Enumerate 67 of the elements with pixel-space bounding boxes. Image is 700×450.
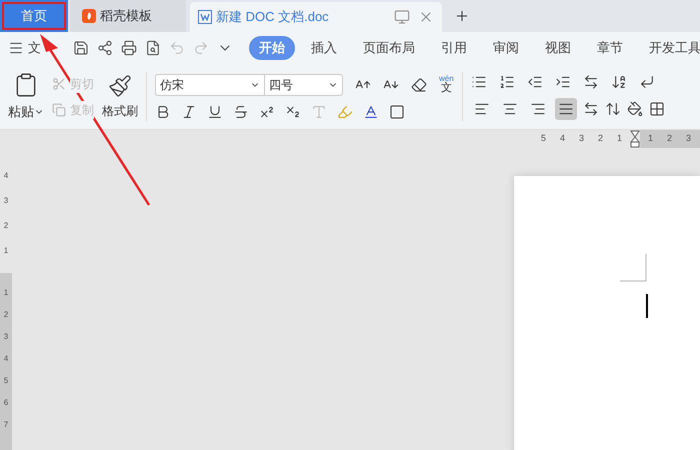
eraser-icon[interactable]: [411, 76, 427, 92]
ruler-number: 6: [4, 397, 8, 409]
text-cursor: [646, 294, 648, 318]
ribbon-tab[interactable]: 视图: [535, 36, 581, 60]
document-tab[interactable]: 稻壳模板: [70, 0, 186, 32]
sort-icon[interactable]: [610, 74, 627, 90]
margin-corner-icon: [620, 254, 647, 282]
italic-icon[interactable]: [181, 104, 197, 120]
scissors-icon: [52, 76, 66, 90]
ruler-number: 5: [4, 375, 8, 387]
paste-button[interactable]: 粘贴: [8, 72, 44, 122]
font-color-icon[interactable]: [363, 104, 379, 120]
document-icon: [198, 10, 212, 24]
align-button[interactable]: [554, 98, 577, 120]
character-shading-icon[interactable]: [389, 104, 405, 120]
ruler-number: 4: [4, 170, 8, 182]
preview-icon[interactable]: [145, 40, 161, 56]
file-menu[interactable]: 文: [8, 38, 41, 58]
ruler-number: 3: [578, 132, 584, 146]
spacing-icon[interactable]: [582, 74, 599, 90]
ruler-number: 1: [4, 245, 8, 257]
ribbon-tab[interactable]: 章节: [587, 36, 633, 60]
tab-label: 新建 DOC 文档.doc: [216, 8, 329, 26]
menu-icon[interactable]: [8, 40, 24, 56]
ribbon-tab[interactable]: 审阅: [483, 36, 529, 60]
ribbon-tab[interactable]: 引用: [431, 36, 477, 60]
share-icon[interactable]: [97, 40, 113, 56]
ruler-number: 3: [4, 195, 8, 207]
ruler-number: 3: [686, 132, 692, 146]
shading-icon[interactable]: [626, 100, 643, 116]
ruler-number: 1: [648, 132, 654, 146]
paintbrush-icon: [108, 74, 132, 98]
border-icon[interactable]: [648, 100, 665, 116]
line-spacing-icon[interactable]: [604, 100, 621, 116]
ruler-number: 3: [4, 331, 8, 343]
indent-marker-icon[interactable]: [630, 130, 640, 148]
ruler-number: 2: [4, 309, 8, 321]
phonetic-guide-button[interactable]: wén 文: [439, 75, 454, 94]
new-tab-icon[interactable]: [454, 8, 470, 24]
copy-icon: [52, 102, 66, 116]
ruler-number: 1: [4, 287, 8, 299]
ribbon-tab[interactable]: 页面布局: [353, 36, 425, 60]
ruler-number: 2: [598, 132, 603, 146]
document-tab[interactable]: 新建 DOC 文档.doc: [190, 2, 442, 32]
document-tab[interactable]: 首页: [0, 0, 68, 32]
ribbon-tab[interactable]: 插入: [301, 36, 347, 60]
ruler-number: 2: [4, 220, 8, 232]
strikethrough-icon[interactable]: [233, 104, 249, 120]
format-painter-button[interactable]: 格式刷: [102, 74, 138, 120]
save-icon[interactable]: [73, 40, 89, 56]
font-field[interactable]: 仿宋: [155, 74, 265, 96]
ruler-number: 1: [616, 132, 622, 146]
numbered-list-icon[interactable]: [498, 74, 515, 90]
ruler-number: 5: [540, 132, 546, 146]
tab-label: 稻壳模板: [100, 7, 152, 26]
monitor-icon[interactable]: [394, 9, 410, 25]
distribute-icon[interactable]: [582, 100, 599, 116]
tab-label: 首页: [21, 7, 47, 26]
paragraph-mark-icon[interactable]: [638, 74, 655, 90]
ruler-number: 4: [560, 132, 565, 146]
print-icon[interactable]: [121, 40, 137, 56]
flame-icon: [82, 9, 96, 23]
ruler-number: 7: [4, 419, 8, 431]
ruler-number: 2: [667, 132, 672, 146]
underline-icon[interactable]: [207, 104, 223, 120]
font-size-field[interactable]: 四号: [265, 74, 343, 96]
ruler-number: 4: [4, 353, 8, 365]
